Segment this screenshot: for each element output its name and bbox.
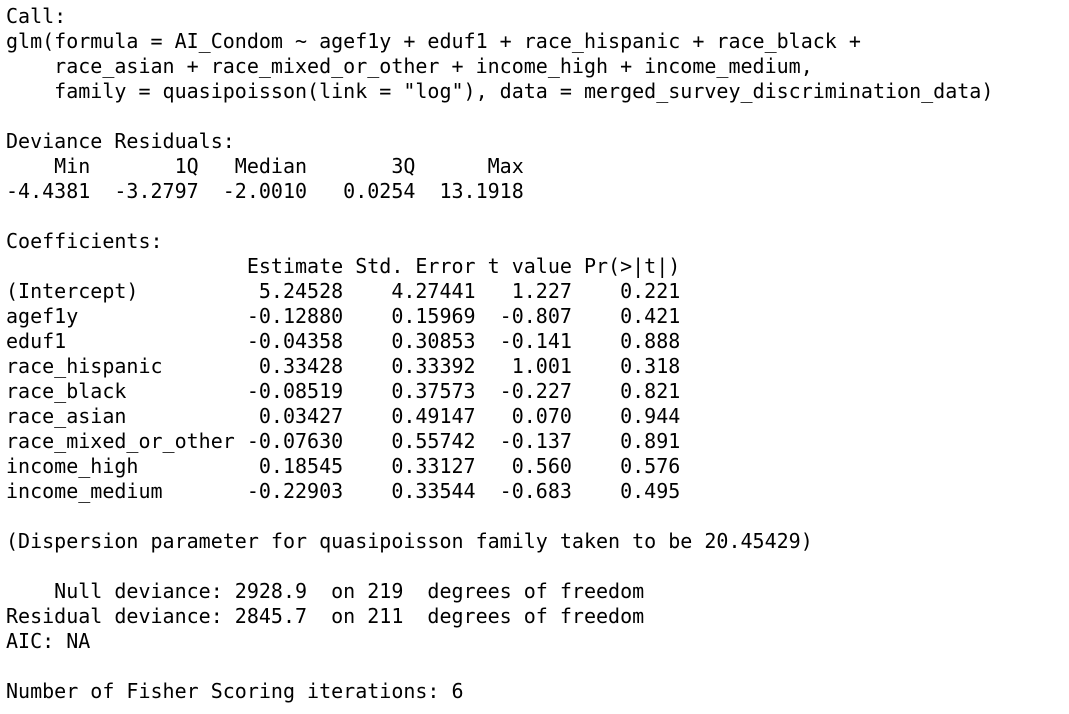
coefficient-row: race_black -0.08519 0.37573 -0.227 0.821 [6,379,681,403]
coefficient-row: race_hispanic 0.33428 0.33392 1.001 0.31… [6,354,681,378]
call-header: Call: [6,4,67,28]
call-line-1: glm(formula = AI_Condom ~ agef1y + eduf1… [6,29,873,53]
coefficient-row: (Intercept) 5.24528 4.27441 1.227 0.221 [6,279,681,303]
dispersion-parameter-line: (Dispersion parameter for quasipoisson f… [6,529,813,553]
fisher-scoring-iterations-line: Number of Fisher Scoring iterations: 6 [6,679,464,703]
coefficient-row: eduf1 -0.04358 0.30853 -0.141 0.888 [6,329,681,353]
coefficient-row: race_mixed_or_other -0.07630 0.55742 -0.… [6,429,681,453]
aic-line: AIC: NA [6,629,91,653]
deviance-residuals-header: Deviance Residuals: [6,129,247,153]
residual-deviance-line: Residual deviance: 2845.7 on 211 degrees… [6,604,645,628]
coefficients-header: Coefficients: [6,229,163,253]
call-line-3: family = quasipoisson(link = "log"), dat… [6,79,994,103]
coefficient-row: race_asian 0.03427 0.49147 0.070 0.944 [6,404,681,428]
deviance-residuals-labels: Min 1Q Median 3Q Max [6,154,548,178]
deviance-residuals-values: -4.4381 -3.2797 -2.0010 0.0254 13.1918 [6,179,548,203]
coefficients-column-headers: Estimate Std. Error t value Pr(>|t|) [6,254,681,278]
null-deviance-line: Null deviance: 2928.9 on 219 degrees of … [6,579,645,603]
coefficient-row: income_medium -0.22903 0.33544 -0.683 0.… [6,479,681,503]
r-console-output: Call: glm(formula = AI_Condom ~ agef1y +… [6,4,1066,704]
coefficient-row: agef1y -0.12880 0.15969 -0.807 0.421 [6,304,681,328]
call-line-2: race_asian + race_mixed_or_other + incom… [6,54,825,78]
coefficient-row: income_high 0.18545 0.33127 0.560 0.576 [6,454,681,478]
